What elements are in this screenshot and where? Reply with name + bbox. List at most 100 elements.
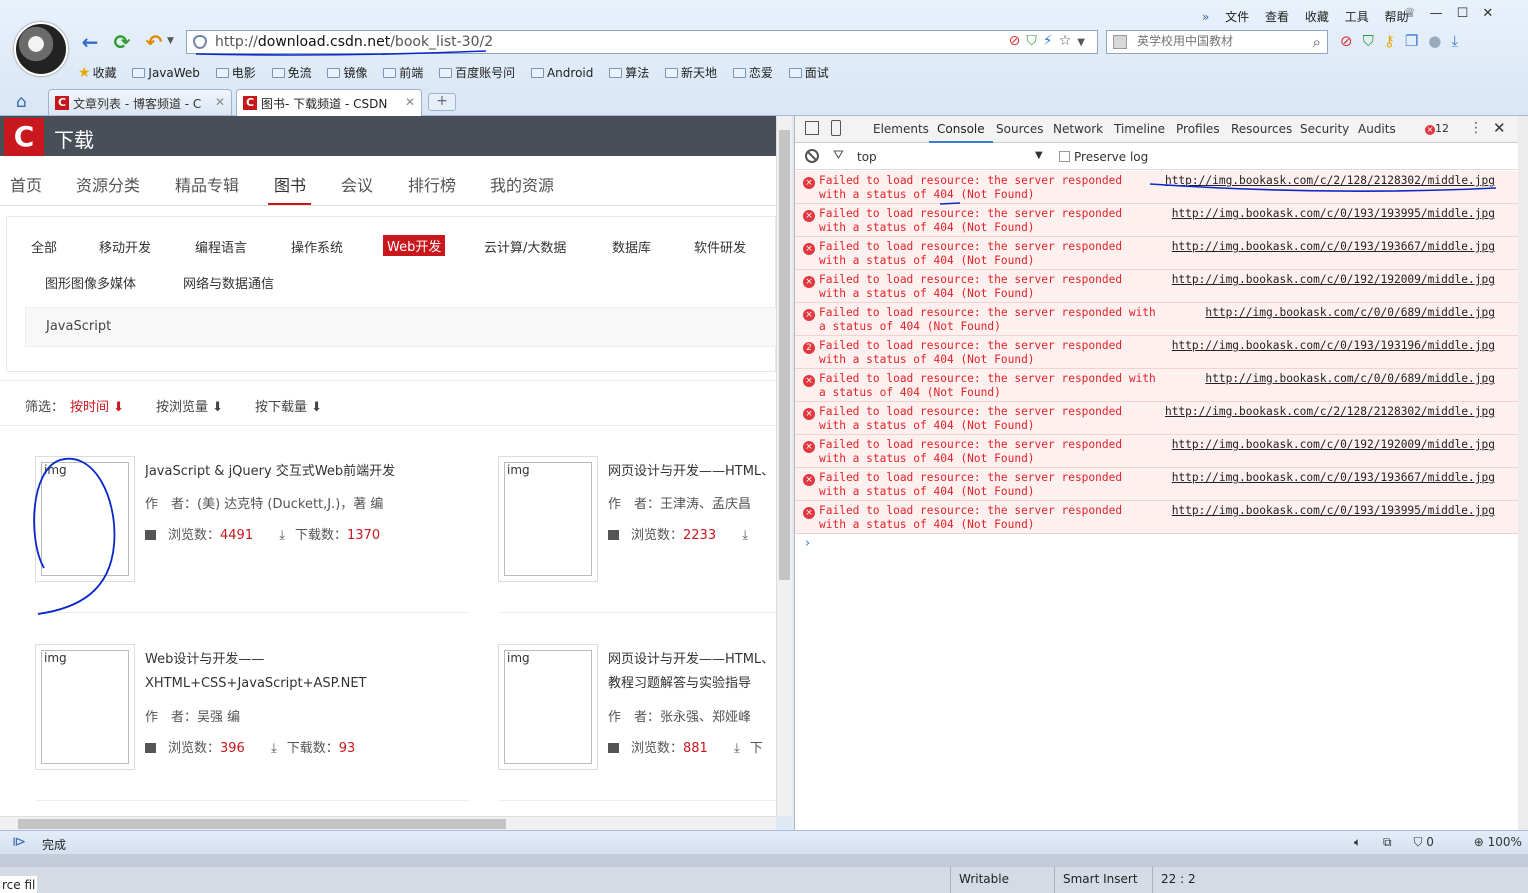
category-database[interactable]: 数据库 [612,237,651,256]
tab-resources[interactable]: Resources [1231,122,1292,136]
resource-link[interactable]: http://img.bookask.com/c/2/128/2128302/m… [1165,174,1495,187]
category-graphics[interactable]: 图形图像多媒体 [45,273,136,292]
context-dropdown-icon[interactable]: ▼ [1035,150,1043,161]
category-software[interactable]: 软件研发 [694,237,746,256]
devtools-scrollbar[interactable] [1518,116,1528,830]
menu-file[interactable]: 文件 [1225,10,1249,24]
book-cover[interactable]: img [35,644,135,770]
subcategory-javascript[interactable]: JavaScript [46,319,111,334]
book-cover[interactable]: img [498,644,598,770]
book-title[interactable]: 网页设计与开发——HTML、 教程习题解答与实验指导 [608,648,776,696]
csdn-logo[interactable]: C [4,118,44,156]
lightning-icon[interactable]: ⚡ [1043,33,1059,49]
nav-featured[interactable]: 精品专辑 [175,172,239,196]
zoom-control[interactable]: ⊕ 100% [1474,835,1528,849]
filter-icon[interactable]: ⛛ [833,148,844,163]
search-box[interactable]: ⌕ [1106,30,1328,54]
book-item[interactable]: img 网页设计与开发——HTML、 教程习题解答与实验指导 作 者：张永强、郑娅… [498,644,776,794]
close-window-button[interactable]: ✕ [1482,6,1507,21]
address-bar[interactable]: http://download.csdn.net/book_list-30/2 … [186,30,1098,54]
page-horizontal-scrollbar[interactable] [0,816,776,830]
minimize-button[interactable]: — [1430,6,1457,21]
close-devtools-icon[interactable]: ✕ [1493,119,1506,137]
category-os[interactable]: 操作系统 [291,237,343,256]
bookmark-favorites[interactable]: ★ 收藏 [78,64,117,81]
bookmark-folder[interactable]: 前端 [383,64,423,81]
tools-icon[interactable]: ⧉ [1383,835,1392,849]
category-cloud[interactable]: 云计算/大数据 [484,237,566,256]
menu-view[interactable]: 查看 [1265,10,1289,24]
resource-link[interactable]: http://img.bookask.com/c/0/193/193995/mi… [1172,207,1495,220]
book-title[interactable]: 网页设计与开发——HTML、 [608,460,776,484]
clipboard-icon[interactable]: ❐ [1405,32,1428,50]
console-prompt[interactable]: › [795,534,1519,554]
key-icon[interactable]: ⚷ [1384,32,1405,50]
book-item[interactable]: img 网页设计与开发——HTML、 作 者：王津涛、孟庆昌 浏览数：2233 … [498,456,776,606]
more-options-icon[interactable]: ⋮ [1469,120,1483,136]
bookmark-folder[interactable]: 新天地 [665,64,717,81]
resource-link[interactable]: http://img.bookask.com/c/0/193/193667/mi… [1172,240,1495,253]
back-icon[interactable]: ← [78,30,102,54]
tab-books-download[interactable]: C 图书- 下载频道 - CSDN ✕ [236,89,422,117]
error-counter[interactable]: × 12 [1425,122,1449,135]
refresh-icon[interactable]: ⟳ [110,30,134,54]
resource-link[interactable]: http://img.bookask.com/c/0/192/192009/mi… [1172,438,1495,451]
bookmark-folder[interactable]: 恋爱 [732,64,773,81]
category-web[interactable]: Web开发 [383,235,446,256]
bookmark-folder[interactable]: 算法 [609,64,649,81]
category-languages[interactable]: 编程语言 [195,237,247,256]
tab-audits[interactable]: Audits [1358,122,1396,136]
search-icon[interactable]: ⌕ [1313,33,1321,51]
bookmark-folder[interactable]: 百度账号问 [439,64,515,81]
bookmark-folder[interactable]: 镜像 [327,64,367,81]
book-cover[interactable]: img [498,456,598,582]
menu-tools[interactable]: 工具 [1345,10,1369,24]
block-icon[interactable]: ⊘ [1009,33,1027,49]
tab-blog-articles[interactable]: C 文章列表 - 博客频道 - C ✕ [48,89,232,115]
nav-home[interactable]: 首页 [10,172,42,196]
filter-by-views[interactable]: 按浏览量 ⬇ [156,396,223,415]
category-network[interactable]: 网络与数据通信 [183,273,274,292]
search-engine-icon[interactable] [1113,35,1127,49]
search-input[interactable] [1137,34,1297,48]
menu-favorites[interactable]: 收藏 [1305,10,1329,24]
resource-link[interactable]: http://img.bookask.com/c/0/193/193196/mi… [1172,339,1495,352]
security-icon[interactable]: ⛉ [1363,32,1384,50]
resource-link[interactable]: http://img.bookask.com/c/0/0/689/middle.… [1205,372,1495,385]
device-mode-icon[interactable] [831,120,841,136]
home-icon[interactable]: ⌂ [16,92,27,112]
menu-overflow-icon[interactable]: » [1202,10,1209,24]
undo-icon[interactable]: ↶ [142,30,166,54]
filter-by-time[interactable]: 按时间 ⬇ [70,396,124,415]
resource-link[interactable]: http://img.bookask.com/c/0/192/192009/mi… [1172,273,1495,286]
close-tab-icon[interactable]: ✕ [215,95,225,109]
undo-dropdown-icon[interactable]: ▼ [167,36,174,46]
shield-check-icon[interactable]: ⛉ [1026,33,1043,49]
tab-elements[interactable]: Elements [873,122,929,136]
close-tab-icon[interactable]: ✕ [405,95,415,109]
book-title[interactable]: JavaScript & jQuery 交互式Web前端开发 [145,460,465,484]
new-tab-button[interactable]: + [428,93,456,111]
maximize-button[interactable]: ☐ [1457,6,1483,21]
address-dropdown-icon[interactable]: ▼ [1077,37,1091,48]
editor-scrollbar[interactable] [0,854,1528,867]
category-mobile[interactable]: 移动开发 [99,237,151,256]
clear-console-icon[interactable] [805,149,819,163]
filter-by-downloads[interactable]: 按下载量 ⬇ [255,396,322,415]
adblock-counter[interactable]: ⛉ 0 [1413,835,1451,849]
volume-icon[interactable]: 🔈︎ [1354,835,1361,849]
nav-conferences[interactable]: 会议 [341,172,373,196]
category-all[interactable]: 全部 [31,237,57,256]
resource-link[interactable]: http://img.bookask.com/c/0/193/193667/mi… [1172,471,1495,484]
resource-link[interactable]: http://img.bookask.com/c/0/0/689/middle.… [1205,306,1495,319]
inspect-element-icon[interactable] [805,121,819,135]
tab-network[interactable]: Network [1053,122,1103,136]
book-title[interactable]: Web设计与开发—— XHTML+CSS+JavaScript+ASP.NET [145,648,465,696]
chat-icon[interactable]: ● [1428,32,1451,50]
nav-categories[interactable]: 资源分类 [76,172,140,196]
preserve-log-checkbox[interactable]: Preserve log [1059,150,1148,164]
bookmark-folder[interactable]: JavaWeb [132,66,200,80]
context-selector[interactable]: top [857,150,877,164]
book-item[interactable]: img Web设计与开发—— XHTML+CSS+JavaScript+ASP.N… [35,644,465,794]
resource-link[interactable]: http://img.bookask.com/c/2/128/2128302/m… [1165,405,1495,418]
